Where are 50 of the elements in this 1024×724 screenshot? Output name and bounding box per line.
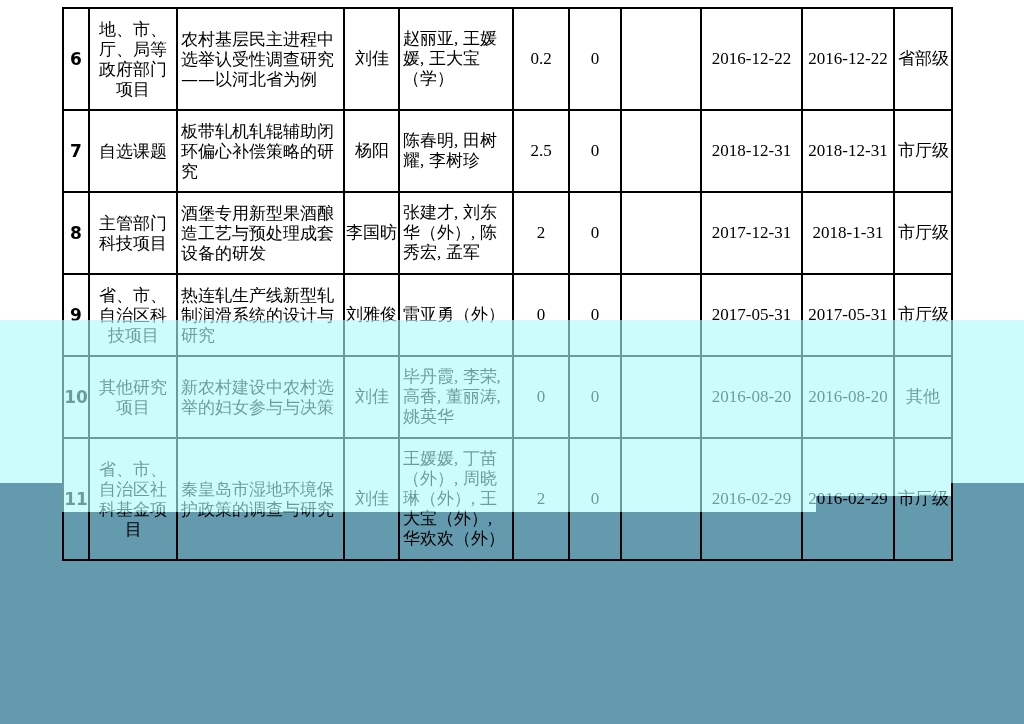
date-text: 2017-05-31 xyxy=(802,274,894,356)
category-text: 省、市、自治区科技项目 xyxy=(89,274,177,356)
number-text: 0 xyxy=(569,356,621,438)
row-number: 9 xyxy=(63,274,89,356)
level-text: 市厅级 xyxy=(894,110,952,192)
title-text: 热连轧生产线新型轧制润滑系统的设计与研究 xyxy=(177,274,344,356)
date-text: 2016-08-20 xyxy=(802,356,894,438)
row-number: 6 xyxy=(63,8,89,110)
level-text: 省部级 xyxy=(894,8,952,110)
leader-name: 刘雅俊 xyxy=(344,274,399,356)
number-text: 0 xyxy=(569,192,621,274)
category-text: 主管部门科技项目 xyxy=(89,192,177,274)
date-text: 2018-12-31 xyxy=(802,110,894,192)
date-text: 2016-12-22 xyxy=(701,8,802,110)
number-text: 0 xyxy=(513,356,569,438)
number-text: 0.2 xyxy=(513,8,569,110)
member-names: 赵丽亚, 王媛媛, 王大宝（学） xyxy=(399,8,513,110)
date-text: 2017-12-31 xyxy=(701,192,802,274)
leader-name: 李国昉 xyxy=(344,192,399,274)
level-text: 市厅级 xyxy=(894,274,952,356)
date-text: 2016-08-20 xyxy=(701,356,802,438)
member-names: 张建才, 刘东华（外）, 陈秀宏, 孟军 xyxy=(399,192,513,274)
leader-name: 刘佳 xyxy=(344,356,399,438)
leader-name: 刘佳 xyxy=(344,8,399,110)
level-text: 市厅级 xyxy=(894,192,952,274)
member-names: 陈春明, 田树耀, 李树珍 xyxy=(399,110,513,192)
number-text: 0 xyxy=(569,274,621,356)
date-text: 2018-1-31 xyxy=(802,192,894,274)
date-text: 2017-05-31 xyxy=(701,274,802,356)
category-text: 其他研究项目 xyxy=(89,356,177,438)
level-text: 其他 xyxy=(894,356,952,438)
number-text: 2 xyxy=(513,192,569,274)
member-names: 雷亚勇（外） xyxy=(399,274,513,356)
number-text: 0 xyxy=(513,274,569,356)
number-text: 2.5 xyxy=(513,110,569,192)
number-text: 0 xyxy=(569,8,621,110)
row-number: 10 xyxy=(63,356,89,438)
category-text: 地、市、厅、局等政府部门项目 xyxy=(89,8,177,110)
number-text: 0 xyxy=(569,110,621,192)
title-text: 酒堡专用新型果酒酿造工艺与预处理成套设备的研发 xyxy=(177,192,344,274)
date-text: 2018-12-31 xyxy=(701,110,802,192)
row-number: 8 xyxy=(63,192,89,274)
title-text: 农村基层民主进程中选举认受性调查研究——以河北省为例 xyxy=(177,8,344,110)
title-text: 新农村建设中农村选举的妇女参与与决策 xyxy=(177,356,344,438)
leader-name: 杨阳 xyxy=(344,110,399,192)
date-text: 2016-12-22 xyxy=(802,8,894,110)
title-text: 板带轧机轧辊辅助闭环偏心补偿策略的研究 xyxy=(177,110,344,192)
row-number: 7 xyxy=(63,110,89,192)
member-names: 毕丹霞, 李荣, 高香, 董丽涛, 姚英华 xyxy=(399,356,513,438)
category-text: 自选课题 xyxy=(89,110,177,192)
